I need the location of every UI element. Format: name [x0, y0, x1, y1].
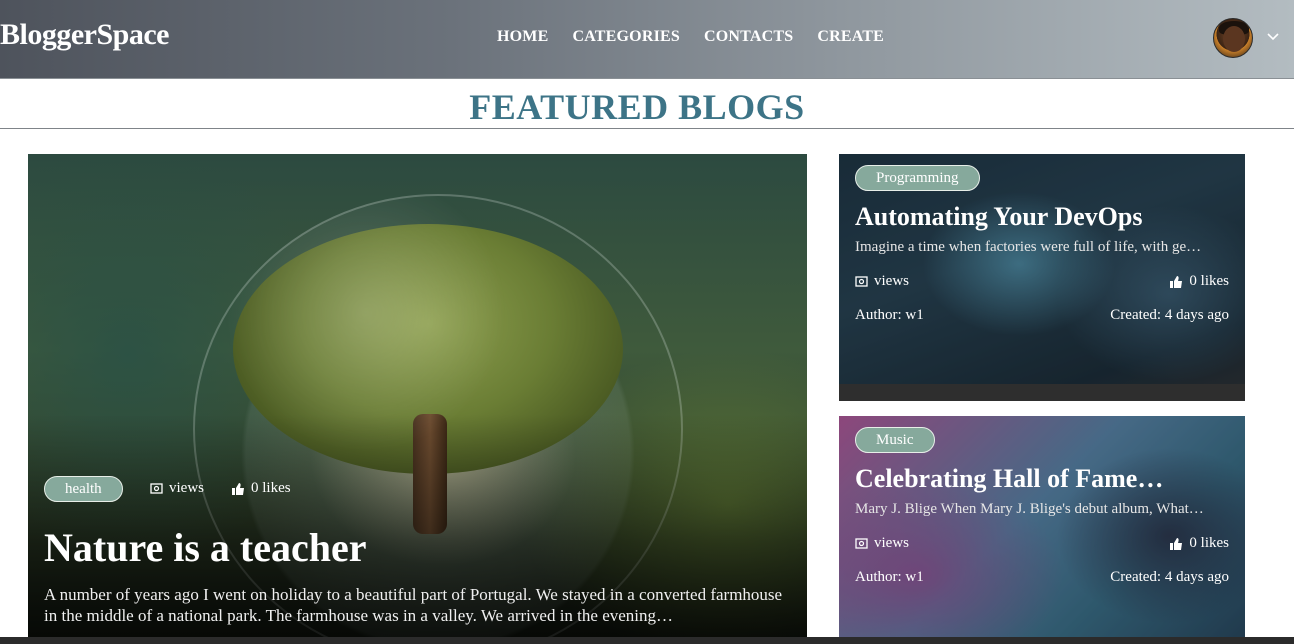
blog-card[interactable]: Music Celebrating Hall of Fame… Mary J. … — [839, 416, 1245, 644]
user-avatar[interactable] — [1213, 18, 1253, 58]
blog-excerpt: Mary J. Blige When Mary J. Blige's debut… — [855, 501, 1204, 517]
created-label: Created: 4 days ago — [1110, 307, 1229, 323]
blog-card[interactable]: Programming Automating Your DevOps Imagi… — [839, 154, 1245, 401]
taskbar-strip — [0, 637, 1294, 644]
views-label: views — [874, 273, 909, 289]
likes-label: 0 likes — [1189, 535, 1229, 551]
author-label: Author: w1 — [855, 307, 924, 323]
likes-label: 0 likes — [251, 480, 291, 496]
card-bottom-strip — [839, 384, 1245, 401]
top-navbar: BloggerSpace HOME CATEGORIES CONTACTS CR… — [0, 0, 1294, 79]
likes-meta: 0 likes — [231, 480, 291, 497]
views-meta: views — [150, 480, 204, 497]
eye-icon — [150, 482, 163, 495]
nav-links: HOME CATEGORIES CONTACTS CREATE — [497, 28, 884, 46]
blog-title[interactable]: Automating Your DevOps — [855, 202, 1235, 232]
blog-title[interactable]: Celebrating Hall of Fame… — [855, 464, 1235, 494]
chevron-down-icon[interactable] — [1266, 29, 1280, 43]
category-pill-wrap: Programming — [855, 165, 980, 191]
views-meta: views — [855, 535, 909, 552]
category-pill[interactable]: health — [44, 476, 123, 502]
author-label: Author: w1 — [855, 569, 924, 585]
likes-meta: 0 likes — [1169, 273, 1229, 290]
section-title: FEATURED BLOGS — [469, 87, 805, 127]
nav-create-link[interactable]: CREATE — [817, 28, 884, 46]
avatar-face — [1223, 26, 1245, 52]
created-label: Created: 4 days ago — [1110, 569, 1229, 585]
eye-icon — [855, 537, 868, 550]
category-pill[interactable]: Music — [855, 427, 935, 453]
views-meta: views — [855, 273, 909, 290]
nav-categories-link[interactable]: CATEGORIES — [572, 28, 680, 46]
featured-blog-card[interactable]: health views 0 likes Nature is a teacher… — [28, 154, 807, 644]
likes-label: 0 likes — [1189, 273, 1229, 289]
featured-blog-title[interactable]: Nature is a teacher — [44, 524, 367, 571]
views-label: views — [874, 535, 909, 551]
likes-meta: 0 likes — [1169, 535, 1229, 552]
category-pill-wrap: health — [44, 476, 123, 502]
thumbs-up-icon[interactable] — [231, 482, 245, 496]
featured-blog-excerpt: A number of years ago I went on holiday … — [44, 585, 783, 625]
category-pill[interactable]: Programming — [855, 165, 980, 191]
views-label: views — [169, 480, 204, 496]
brand-logo[interactable]: BloggerSpace — [0, 18, 169, 52]
nav-home-link[interactable]: HOME — [497, 28, 548, 46]
category-pill-wrap: Music — [855, 427, 935, 453]
nav-contacts-link[interactable]: CONTACTS — [704, 28, 793, 46]
thumbs-up-icon[interactable] — [1169, 537, 1183, 551]
blog-excerpt: Imagine a time when factories were full … — [855, 239, 1202, 255]
thumbs-up-icon[interactable] — [1169, 275, 1183, 289]
eye-icon — [855, 275, 868, 288]
section-divider — [0, 128, 1294, 129]
